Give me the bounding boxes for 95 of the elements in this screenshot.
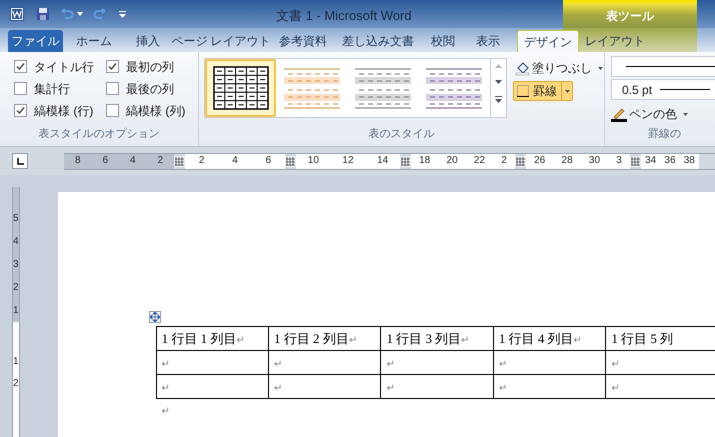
ruler-number: 28 [562, 156, 573, 166]
table-style-option[interactable] [205, 59, 276, 117]
move-icon [150, 312, 160, 322]
checkbox[interactable] [14, 82, 27, 95]
table-cell: 1 行目 1 列目↵ [156, 326, 269, 350]
checkbox-label: 集計行 [34, 80, 70, 98]
checkbox[interactable] [106, 82, 119, 95]
table-cell: 1 行目 2 列目↵ [268, 326, 381, 350]
ruler-number: 14 [377, 156, 388, 166]
dropdown-arrow-icon [564, 90, 570, 92]
checkbox[interactable] [14, 104, 27, 117]
paint-bucket-icon [515, 60, 530, 76]
line-weight-field[interactable]: 0.5 pt [611, 79, 715, 100]
borders-icon [517, 85, 529, 97]
checkbox[interactable] [106, 104, 119, 117]
ruler-number: 4 [130, 156, 136, 166]
ruler-number: 22 [474, 156, 486, 166]
ruler-number: 2 [13, 379, 19, 389]
group-label: 表のスタイル [368, 127, 436, 142]
pen-color-button[interactable]: ペンの色 [611, 104, 715, 124]
table-move-handle[interactable] [148, 311, 161, 323]
table-cell: ↵ [493, 374, 606, 398]
ruler-number: 2 [13, 282, 19, 292]
ruler-number: 36 [664, 156, 676, 166]
column-marker-icon[interactable] [174, 156, 185, 166]
left-tab-icon [16, 158, 24, 164]
group-label: 表スタイルのオプション [38, 126, 160, 142]
ribbon-tab[interactable]: デザイン [517, 30, 579, 52]
scroll-down-icon[interactable] [495, 80, 502, 84]
table-cell: ↵ [156, 350, 269, 374]
line-style-field[interactable] [611, 56, 715, 77]
ruler-number: 1 [13, 306, 19, 316]
customize-menu-icon[interactable] [119, 10, 126, 18]
ruler-number: 3 [616, 156, 622, 166]
ruler-number: 34 [645, 156, 656, 166]
ribbon-tab[interactable]: 校閲 [421, 30, 465, 52]
save-icon[interactable] [36, 7, 50, 21]
ruler-number: 6 [266, 156, 272, 166]
ruler-number: 10 [308, 156, 319, 166]
checkbox-label: 最後の列 [126, 80, 174, 98]
column-marker-icon[interactable] [285, 156, 296, 166]
table-cell: ↵ [268, 350, 381, 374]
dropdown-arrow-icon [598, 66, 603, 70]
ruler-number: 2 [198, 156, 204, 166]
checkbox[interactable] [14, 60, 27, 73]
dropdown-arrow-icon [683, 112, 688, 116]
table-cell: ↵ [380, 350, 494, 374]
ruler-number: 6 [102, 156, 108, 166]
context-header-label: 表ツール [606, 8, 654, 24]
ruler-number: 5 [13, 214, 19, 224]
ruler-number: 2 [501, 156, 507, 166]
table-cell: 1 行目 3 列目↵ [380, 326, 494, 350]
checkbox-label: 縞模様 (行) [34, 102, 94, 120]
dropdown-arrow-icon[interactable] [77, 12, 83, 16]
shading-button[interactable]: 塗りつぶし [513, 58, 605, 78]
checkbox-label: 最初の列 [126, 58, 174, 76]
ruler-number: 18 [419, 156, 430, 166]
ruler-number: 8 [74, 156, 81, 166]
ribbon-tab[interactable]: 差し込み文書 [335, 30, 421, 52]
table-cell: ↵ [156, 374, 269, 398]
group-label: 罫線の [647, 127, 682, 142]
ribbon-tab[interactable]: ページ レイアウト [171, 30, 271, 52]
table-cell: ↵ [380, 374, 494, 398]
borders-button[interactable]: 罫線 [513, 81, 573, 101]
ribbon-tab[interactable]: 表示 [465, 30, 511, 52]
table-cell: 1 行目 4 列目↵ [493, 326, 606, 350]
ruler-number: 26 [534, 156, 546, 166]
ruler-number: 1 [13, 357, 19, 367]
ribbon-tab[interactable]: ホーム [63, 30, 125, 52]
table-cell: ↵ [493, 350, 606, 374]
ruler-number: 3 [13, 260, 19, 270]
table-cell: ↵ [268, 374, 381, 398]
checkbox-label: タイトル行 [34, 58, 94, 76]
ruler-number: 38 [684, 156, 695, 166]
column-marker-icon[interactable] [515, 156, 526, 166]
ruler-number: 20 [446, 156, 458, 166]
checkbox[interactable] [106, 60, 119, 73]
table-cell: 1 行目 5 列 [606, 326, 715, 350]
ribbon-tab[interactable]: ファイル [8, 30, 63, 52]
checkbox-label: 縞模様 (列) [126, 102, 186, 120]
ruler-number: 4 [232, 156, 238, 166]
pen-icon [611, 106, 627, 122]
ruler-number: 12 [342, 156, 354, 166]
tab-selector-button[interactable] [12, 153, 28, 169]
word-logo-icon[interactable] [10, 7, 24, 21]
ruler-number: 2 [157, 156, 164, 166]
column-marker-icon[interactable] [400, 156, 411, 166]
window-title: 文書 1 - Microsoft Word [276, 7, 412, 25]
paragraph-mark: ↵ [162, 405, 170, 419]
ribbon-tab[interactable]: 参考資料 [271, 30, 335, 52]
ruler-number: 30 [588, 156, 600, 166]
ribbon-tab[interactable]: 挿入 [125, 30, 171, 52]
gallery-more-icon[interactable] [495, 96, 502, 103]
column-marker-icon[interactable] [630, 156, 641, 166]
ruler-number: 4 [13, 236, 19, 246]
